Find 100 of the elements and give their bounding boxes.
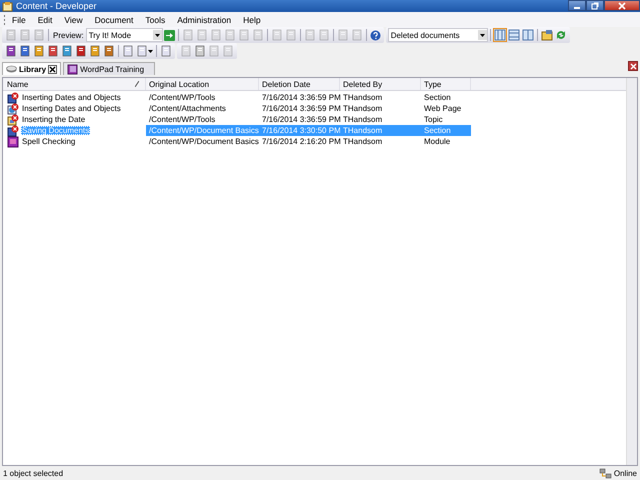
help-button[interactable]: [368, 28, 382, 42]
table-cell-text: THandsom: [342, 114, 384, 125]
go-button[interactable]: [162, 28, 176, 42]
column-header[interactable]: Name: [3, 78, 146, 90]
document-icon: [19, 29, 31, 41]
table-cell-text: /Content/WP/Tools: [148, 92, 216, 103]
table-cell: Saving Documents: [21, 126, 90, 135]
column-header[interactable]: Original Location: [146, 78, 259, 90]
restore-button[interactable]: [586, 0, 604, 11]
document-icon: [208, 45, 220, 57]
table-cell-text: 7/16/2014 3:36:59 PM: [261, 92, 340, 103]
layout-button[interactable]: [520, 28, 535, 42]
document-icon: [350, 29, 363, 41]
column-header[interactable]: Deleted By: [340, 78, 421, 90]
table-cell-text: THandsom: [342, 136, 384, 147]
menu-item[interactable]: Administration: [171, 14, 238, 24]
table-cell-text: Section: [423, 92, 452, 103]
close-icon: [49, 66, 56, 72]
column-header[interactable]: Deletion Date: [259, 78, 340, 90]
document-icon: [47, 45, 59, 57]
table-cell-text: Module: [423, 136, 452, 147]
menu-item[interactable]: View: [58, 14, 89, 24]
document-icon: [210, 29, 222, 41]
close-icon: [630, 62, 636, 70]
app-icon: [2, 0, 13, 12]
table-cell: 7/16/2014 3:30:50 PM: [259, 125, 340, 136]
table-cell-text: 7/16/2014 3:36:59 PM: [261, 103, 340, 114]
preview-label: Preview:: [52, 30, 85, 40]
document-button[interactable]: [135, 44, 154, 58]
table-row[interactable]: Inserting Dates and Objects /Content/Attachments 7/16/2014 3:36:59 PM THandsom Web Page: [3, 103, 626, 114]
table-row[interactable]: Spell Checking /Content/WP/Document Basics 7/16/2014 2:16:20 PM THandsom Module: [3, 136, 626, 147]
document-icon: [5, 29, 17, 41]
document-icon: [336, 29, 349, 41]
columns-icon: [494, 29, 506, 41]
menu-item[interactable]: File: [6, 14, 32, 24]
table-cell: THandsom: [340, 125, 421, 136]
document-icon: [270, 29, 283, 41]
menu-item[interactable]: Document: [88, 14, 140, 24]
close-tab-button[interactable]: [48, 64, 58, 74]
document-icon: [160, 45, 172, 57]
document-icon: [5, 45, 17, 57]
close-button[interactable]: [604, 0, 640, 11]
table-cell-text: /Content/Attachments: [148, 103, 227, 114]
table-cell-text: THandsom: [342, 103, 384, 114]
document-icon: [238, 29, 250, 41]
table-row[interactable]: Inserting Dates and Objects /Content/WP/Tools 7/16/2014 3:36:59 PM THandsom Section: [3, 92, 626, 103]
table-cell-text: THandsom: [342, 92, 384, 103]
tab[interactable]: Library: [2, 62, 62, 75]
rows-icon: [508, 29, 520, 41]
table-cell-text: 7/16/2014 2:16:20 PM: [261, 136, 340, 147]
table-cell: Inserting Dates and Objects: [21, 93, 122, 102]
arrow-icon: [164, 30, 175, 40]
document-icon: [7, 102, 19, 114]
layout-button[interactable]: [506, 28, 521, 42]
view-filter-dropdown[interactable]: Deleted documents: [388, 28, 488, 42]
document-button[interactable]: [74, 44, 88, 58]
grip-icon: [3, 14, 6, 25]
properties-button[interactable]: [540, 28, 554, 42]
document-icon: [182, 29, 194, 41]
document-icon: [33, 29, 45, 41]
table-cell-text: Web Page: [423, 103, 462, 114]
document-button[interactable]: [4, 44, 18, 58]
document-icon: [61, 45, 73, 57]
document-button[interactable]: [18, 44, 32, 58]
column-header[interactable]: Type: [421, 78, 471, 90]
connection-status: Online: [614, 468, 637, 478]
table-cell: Section: [421, 125, 471, 136]
document-button[interactable]: [46, 44, 60, 58]
document-icon: [252, 29, 264, 41]
help-icon: [370, 30, 381, 40]
document-icon: [284, 29, 297, 41]
layout-button[interactable]: [492, 28, 507, 42]
table-cell: Inserting Dates and Objects: [21, 104, 122, 113]
close-icon: [618, 2, 626, 10]
preview-mode-dropdown[interactable]: Try It! Mode: [86, 28, 163, 42]
table-cell: Inserting the Date: [21, 115, 86, 124]
network-icon: [598, 468, 612, 478]
table-row[interactable]: Inserting the Date /Content/WP/Tools 7/16/2014 3:36:59 PM THandsom Topic: [3, 114, 626, 125]
table-cell-text: /Content/WP/Tools: [148, 114, 216, 125]
menu-item[interactable]: Help: [237, 14, 267, 24]
tab[interactable]: WordPad Training: [63, 62, 156, 75]
window-title: Content - Developer: [16, 1, 98, 11]
document-icon: [318, 29, 330, 41]
document-icon: [224, 29, 236, 41]
menu-item[interactable]: Tools: [139, 14, 172, 24]
menu-item[interactable]: Edit: [32, 14, 58, 24]
scrollbar[interactable]: [626, 78, 637, 465]
minimize-button[interactable]: [568, 0, 586, 11]
refresh-icon: [554, 29, 567, 41]
status-message: 1 object selected: [3, 468, 64, 478]
document-icon: [194, 45, 206, 57]
table-cell-text: 7/16/2014 3:36:59 PM: [261, 114, 340, 125]
document-icon: [75, 45, 87, 57]
caret-icon: [152, 30, 162, 40]
table-cell: /Content/WP/Document Basics: [146, 125, 259, 136]
document-icon: [7, 114, 19, 126]
restore-icon: [591, 2, 599, 10]
table-cell-text: /Content/WP/Document Basics: [148, 136, 259, 147]
close-pane-button[interactable]: [628, 61, 638, 71]
document-icon: [222, 45, 234, 57]
